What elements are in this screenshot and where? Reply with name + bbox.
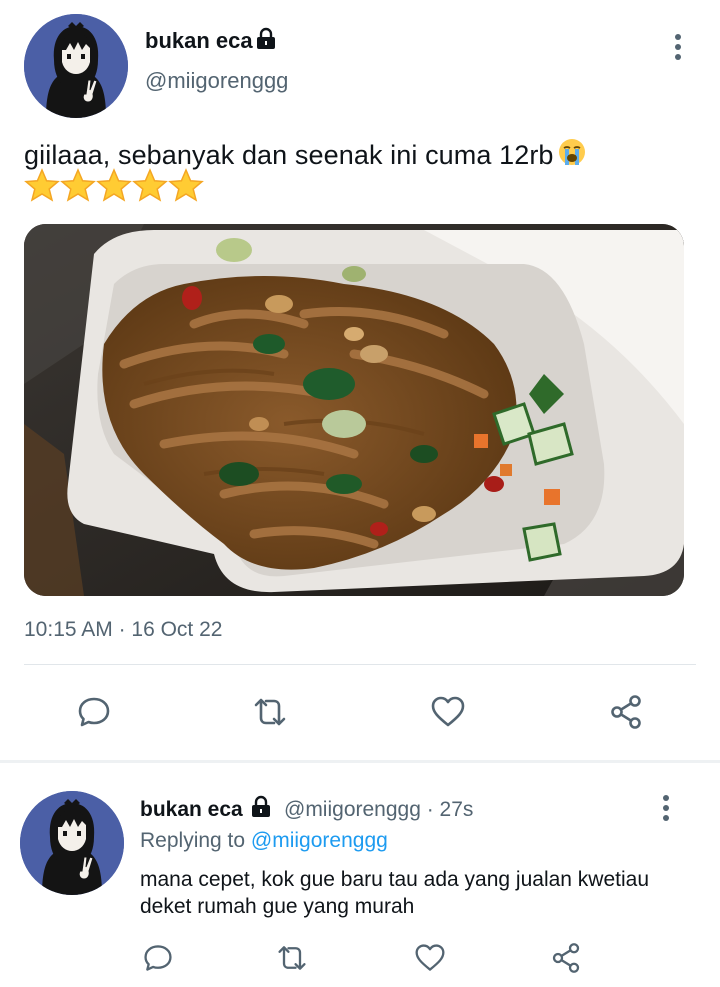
more-options-icon[interactable]: [661, 795, 671, 825]
more-options-icon[interactable]: [673, 34, 683, 64]
tweet-timestamp[interactable]: 10:15 AM · 16 Oct 22: [24, 618, 222, 642]
lock-icon: [249, 795, 273, 819]
handle[interactable]: @miigorenggg: [145, 68, 288, 94]
retweet-button[interactable]: [250, 692, 290, 732]
loudly-crying-face-icon: [558, 139, 585, 165]
star-icon: [60, 168, 96, 202]
tweet-text: giilaaa, sebanyak dan seenak ini cuma 12…: [24, 136, 588, 171]
reply-button[interactable]: [138, 938, 178, 978]
replying-to-mention[interactable]: @miigorenggg: [251, 829, 388, 852]
reply-avatar[interactable]: [20, 791, 124, 895]
timestamp-separator: ·: [112, 618, 132, 641]
star-icon: [132, 168, 168, 202]
tweet-photo[interactable]: [24, 224, 684, 596]
section-divider: [0, 760, 720, 763]
like-button[interactable]: [410, 938, 450, 978]
replying-prefix: Replying to: [140, 829, 251, 852]
star-icon: [24, 168, 60, 202]
reply-icon: [78, 697, 110, 727]
retweet-icon: [278, 946, 306, 970]
share-button[interactable]: [546, 938, 586, 978]
like-button[interactable]: [428, 692, 468, 732]
share-icon: [611, 695, 641, 729]
star-icon: [96, 168, 132, 202]
avatar[interactable]: [24, 14, 128, 118]
tweet-date: 16 Oct 22: [131, 618, 223, 641]
share-icon: [552, 943, 580, 973]
retweet-button[interactable]: [272, 938, 312, 978]
tweet-time: 10:15 AM: [24, 618, 113, 641]
divider: [24, 664, 696, 665]
main-tweet: bukan eca @miigorenggg giilaaa, sebanyak…: [0, 0, 720, 760]
lock-icon: [254, 27, 278, 51]
reply-button[interactable]: [74, 692, 114, 732]
reply-icon: [144, 945, 172, 971]
heart-icon: [415, 944, 445, 971]
reply-display-name[interactable]: bukan eca: [140, 798, 243, 822]
share-button[interactable]: [606, 692, 646, 732]
star-icon: [168, 168, 204, 202]
replying-to: Replying to @miigorenggg: [140, 829, 388, 853]
retweet-icon: [254, 698, 286, 726]
star-rating: [24, 168, 204, 202]
reply-handle-and-age[interactable]: @miigorenggg · 27s: [284, 798, 473, 822]
reply-text: mana cepet, kok gue baru tau ada yang ju…: [140, 868, 650, 918]
tweet-text-body: giilaaa, sebanyak dan seenak ini cuma 12…: [24, 140, 554, 170]
display-name[interactable]: bukan eca: [145, 28, 253, 54]
heart-icon: [431, 696, 465, 727]
